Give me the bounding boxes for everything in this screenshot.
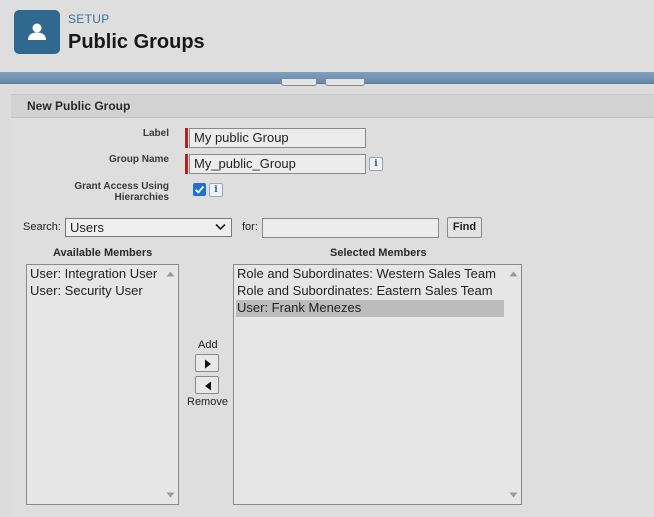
add-caption: Add xyxy=(198,339,218,351)
list-item[interactable]: User: Security User xyxy=(29,283,143,300)
scroll-up-icon[interactable] xyxy=(509,271,518,277)
required-indicator xyxy=(185,128,188,148)
search-for-input[interactable] xyxy=(262,218,439,238)
info-icon[interactable]: i xyxy=(369,157,383,171)
scroll-down-icon[interactable] xyxy=(166,492,175,498)
info-icon[interactable]: i xyxy=(209,183,223,197)
page-title: Public Groups xyxy=(68,31,205,53)
required-indicator xyxy=(185,154,188,174)
find-button[interactable]: Find xyxy=(447,217,482,238)
scroll-up-icon[interactable] xyxy=(166,271,175,277)
search-type-value: Users xyxy=(70,220,104,235)
list-item-selected[interactable]: User: Frank Menezes xyxy=(236,300,504,317)
for-caption: for: xyxy=(242,221,258,233)
selected-members-list[interactable]: Role and Subordinates: Western Sales Tea… xyxy=(233,264,522,505)
chevron-down-icon xyxy=(215,223,226,231)
group-name-caption: Group Name xyxy=(108,154,169,165)
banner-tab xyxy=(281,79,317,86)
grant-access-caption: Grant Access Using Hierarchies xyxy=(50,181,169,203)
grant-access-caption-line1: Grant Access Using xyxy=(74,181,169,192)
banner-tab xyxy=(325,79,365,86)
remove-button[interactable] xyxy=(195,376,219,394)
label-caption: Label xyxy=(142,128,169,139)
arrow-left-icon xyxy=(205,381,211,391)
setup-breadcrumb[interactable]: SETUP xyxy=(68,12,110,26)
remove-caption: Remove xyxy=(187,396,228,408)
grant-access-caption-line2: Hierarchies xyxy=(114,192,169,203)
available-members-heading: Available Members xyxy=(53,247,153,259)
section-title: New Public Group xyxy=(27,99,131,113)
page-header: SETUP Public Groups xyxy=(0,0,654,72)
add-button[interactable] xyxy=(195,354,219,372)
search-caption: Search: xyxy=(23,221,61,233)
label-input[interactable]: My public Group xyxy=(189,128,366,148)
scroll-down-icon[interactable] xyxy=(509,492,518,498)
list-item[interactable]: Role and Subordinates: Eastern Sales Tea… xyxy=(236,283,493,300)
grant-access-checkbox[interactable] xyxy=(193,183,206,196)
check-icon xyxy=(194,185,205,194)
search-type-select[interactable]: Users xyxy=(65,218,232,237)
group-name-input[interactable]: My_public_Group xyxy=(189,154,366,174)
list-item[interactable]: Role and Subordinates: Western Sales Tea… xyxy=(236,266,496,283)
selected-members-heading: Selected Members xyxy=(330,247,427,259)
user-icon xyxy=(14,10,60,54)
available-members-list[interactable]: User: Integration User User: Security Us… xyxy=(26,264,179,505)
list-item[interactable]: User: Integration User xyxy=(29,266,157,283)
arrow-right-icon xyxy=(205,359,211,369)
